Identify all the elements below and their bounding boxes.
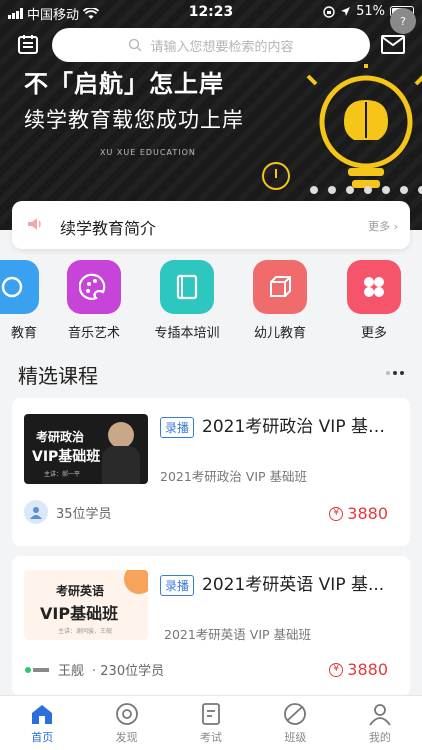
course-thumbnail: 考研政治 VIP基础班 主讲：郝一平 (24, 414, 148, 484)
corner-badge (124, 570, 148, 594)
thumb-line1: 考研英语 (56, 584, 105, 598)
tab-class[interactable]: 班级 (253, 696, 337, 750)
course-card[interactable]: 考研英语 VIP基础班 主讲：谢同骏、王舰 录播 2021考研英语 VIP 基..… (12, 556, 410, 696)
battery-percent: 51% (356, 4, 385, 19)
category-label: 音乐艺术 (67, 326, 120, 341)
compass-icon (115, 703, 138, 725)
thumb-line2: VIP基础班 (32, 449, 101, 465)
course-subtitle: 2021考研英语 VIP 基础班 (164, 627, 312, 642)
tab-label: 首页 (31, 731, 54, 744)
tab-label: 发现 (115, 731, 138, 744)
tab-profile[interactable]: 我的 (338, 696, 422, 750)
user-icon (369, 704, 391, 726)
banner-english: XU XUE EDUCATION (100, 148, 196, 157)
message-icon[interactable] (380, 32, 406, 56)
course-price: ¥ 3880 (329, 504, 388, 523)
banner-subline: 续学教育载您成功上岸 (24, 108, 244, 132)
course-price: ¥ 3880 (329, 660, 388, 679)
student-count: · 230位学员 (92, 664, 165, 679)
course-thumbnail: 考研英语 VIP基础班 主讲：谢同骏、王舰 (24, 570, 148, 640)
status-bar: 中国移动 12:23 51% (0, 0, 422, 24)
student-count: 35位学员 (56, 506, 112, 522)
intro-title: 续学教育简介 (60, 219, 157, 238)
search-input[interactable]: 请输入您想要检索的内容 (52, 28, 370, 62)
tab-discover[interactable]: 发现 (84, 696, 168, 750)
lightbulb-brain-icon (306, 64, 422, 188)
category-education[interactable]: 教育 (0, 260, 52, 341)
currency-icon: ¥ (329, 662, 344, 677)
course-card[interactable]: 考研政治 VIP基础班 主讲：郝一平 录播 2021考研政治 VIP 基础班 20… (12, 398, 410, 546)
avatar (24, 500, 48, 524)
category-row: 教育 音乐艺术 专插本培训 幼儿教育 更多 (0, 260, 422, 341)
price-value: 3880 (347, 504, 388, 523)
course-title-row: 录播 2021考研政治 VIP 基础班 (160, 412, 396, 438)
search-placeholder: 请输入您想要检索的内容 (150, 39, 294, 55)
course-title-row: 录播 2021考研英语 VIP 基... (160, 570, 396, 596)
thumb-line1: 考研政治 (36, 430, 85, 444)
top-bar: 请输入您想要检索的内容 (0, 28, 422, 64)
grid-icon (347, 260, 401, 314)
teacher-suit (102, 446, 140, 484)
palette-icon (67, 260, 121, 314)
badge-icon (0, 260, 39, 314)
course-meta: 35位学员 (24, 500, 112, 524)
hero-banner[interactable]: 中国移动 12:23 51% 请输入您想要检索的内容 ? 不「启航」怎上岸 续学… (0, 0, 422, 230)
location-icon (341, 7, 351, 16)
course-tag: 录播 (160, 574, 195, 596)
category-music-art[interactable]: 音乐艺术 (54, 260, 134, 341)
price-value: 3880 (347, 660, 388, 679)
home-icon (32, 705, 53, 724)
cube-icon (253, 260, 307, 314)
tab-label: 班级 (284, 731, 307, 744)
speaker-icon (28, 218, 41, 230)
clock-icon (262, 162, 290, 190)
search-icon (129, 38, 143, 52)
banner-pagination[interactable] (310, 186, 422, 194)
category-label: 教育 (10, 326, 37, 341)
thumb-teacher: 主讲：谢同骏、王舰 (58, 628, 113, 635)
intro-more-link[interactable]: 更多 › (368, 218, 398, 234)
course-title: 2021考研英语 VIP 基... (202, 575, 385, 595)
calendar-icon[interactable] (16, 32, 40, 56)
book-icon (160, 260, 214, 314)
category-label: 更多 (360, 326, 387, 341)
category-preschool[interactable]: 幼儿教育 (240, 260, 320, 341)
course-tag: 录播 (160, 416, 195, 438)
logo-icon (24, 663, 50, 677)
thumb-line2: VIP基础班 (40, 604, 119, 623)
floating-assist-button[interactable]: ? (390, 8, 416, 34)
category-label: 专插本培训 (154, 326, 220, 341)
section-pagination[interactable] (386, 371, 404, 375)
category-transfer-training[interactable]: 专插本培训 (147, 260, 227, 341)
exam-icon (202, 703, 220, 725)
tab-label: 考试 (200, 731, 223, 744)
tab-bar: 首页 发现 考试 班级 我的 (0, 695, 422, 750)
course-meta: 王舰 · 230位学员 (24, 660, 164, 679)
tab-label: 我的 (368, 731, 391, 744)
thumb-teacher: 主讲：郝一平 (44, 471, 81, 478)
orientation-lock-icon (323, 5, 335, 18)
class-icon (284, 703, 307, 725)
tab-exam[interactable]: 考试 (169, 696, 253, 750)
intro-card[interactable]: 续学教育简介 更多 › (12, 201, 410, 249)
banner-headline: 不「启航」怎上岸 (24, 70, 224, 98)
course-title: 2021考研政治 VIP 基础班 (202, 417, 396, 437)
currency-icon: ¥ (329, 506, 344, 521)
tab-home[interactable]: 首页 (0, 696, 84, 750)
section-title: 精选课程 (18, 364, 98, 388)
category-label: 幼儿教育 (253, 326, 306, 341)
course-subtitle: 2021考研政治 VIP 基础班 (160, 469, 308, 484)
category-more[interactable]: 更多 (334, 260, 414, 341)
teacher-name: 王舰 (58, 664, 85, 679)
teacher-photo (108, 422, 134, 448)
